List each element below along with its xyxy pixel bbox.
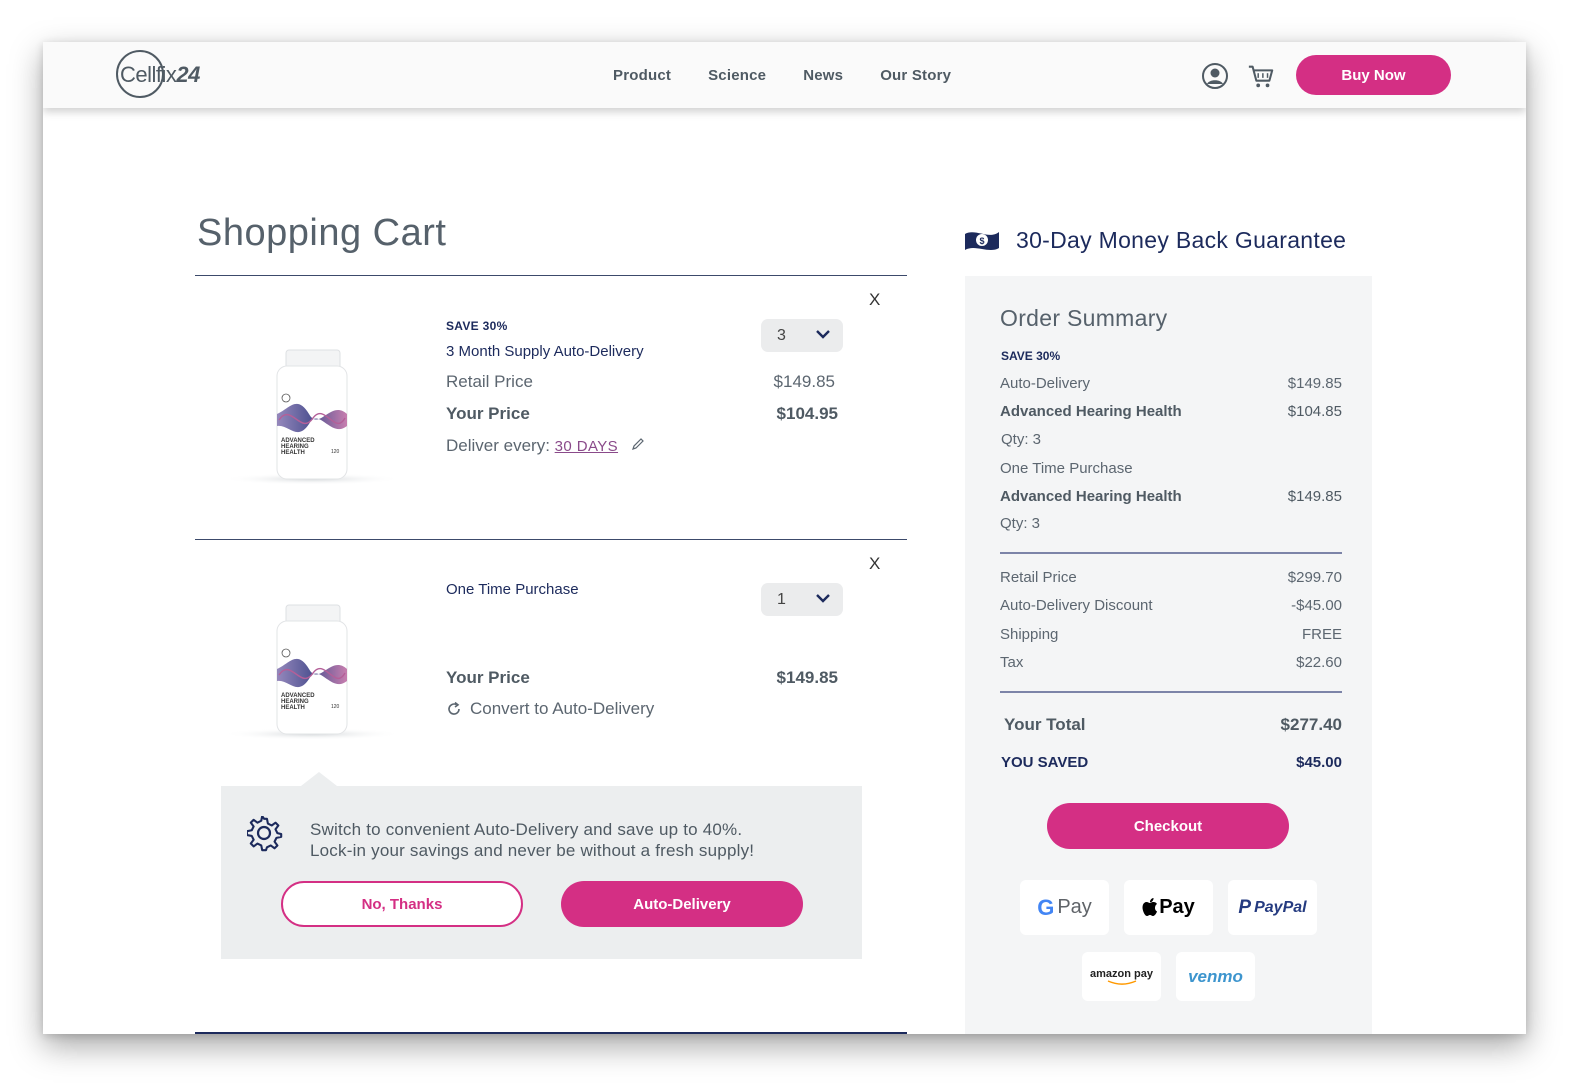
summary-saved-row: YOU SAVED $45.00 <box>1001 754 1342 771</box>
pencil-icon[interactable] <box>631 437 645 451</box>
item-1-retail-value: $149.85 <box>773 372 835 391</box>
summary-auto-row: Auto-Delivery $149.85 <box>1000 375 1342 392</box>
chevron-down-icon <box>816 594 830 603</box>
amazon-smile-icon <box>1107 980 1136 985</box>
cart-divider-middle <box>195 539 907 540</box>
chevron-down-icon <box>816 330 830 339</box>
page-frame: Cellfix24 Product Science News Our Story… <box>43 42 1526 1034</box>
refresh-icon <box>448 701 460 715</box>
cart-icon[interactable] <box>1247 62 1275 90</box>
buy-now-button[interactable]: Buy Now <box>1296 55 1451 95</box>
paypal-label: PayPal <box>1254 898 1307 916</box>
summary-divider-2 <box>1000 691 1342 693</box>
summary-discount-row: Auto-Delivery Discount -$45.00 <box>1000 597 1342 614</box>
venmo-button[interactable]: venmo <box>1176 952 1255 1001</box>
nav-product[interactable]: Product <box>613 67 671 84</box>
amazonpay-label: amazon pay <box>1090 968 1153 980</box>
item-2-price-value: $149.85 <box>776 668 838 687</box>
convert-label: Convert to Auto-Delivery <box>470 699 655 718</box>
paypal-p-icon: P <box>1238 896 1252 918</box>
summary-save-tag: SAVE 30% <box>1001 349 1061 363</box>
product-1-label-line3: HEALTH <box>281 450 305 456</box>
popup-line-1: Switch to convenient Auto-Delivery and s… <box>310 820 743 839</box>
cellfix24-logo[interactable]: Cellfix24 <box>116 50 226 102</box>
site-header: Cellfix24 Product Science News Our Story… <box>43 42 1526 108</box>
summary-shipping-row: Shipping FREE <box>1000 626 1342 643</box>
summary-one-time-row: One Time Purchase <box>1000 460 1133 477</box>
remove-item-2-button[interactable]: X <box>869 554 880 574</box>
page-title: Shopping Cart <box>197 212 447 254</box>
item-1-qty-select[interactable]: 3 <box>761 319 843 352</box>
item-2-qty-value: 1 <box>777 590 786 608</box>
auto-delivery-prompt: Switch to convenient Auto-Delivery and s… <box>221 772 862 959</box>
product-image-1[interactable]: ADVANCED HEARING HEALTH 120 <box>219 314 405 494</box>
venmo-label: venmo <box>1188 966 1243 986</box>
summary-item-1-qty: Qty: 3 <box>1001 431 1042 448</box>
nav-news[interactable]: News <box>803 67 843 84</box>
item-2-qty-select[interactable]: 1 <box>761 583 843 616</box>
convert-to-auto-delivery-link[interactable]: Convert to Auto-Delivery <box>446 699 654 719</box>
nav-our-story[interactable]: Our Story <box>880 67 951 84</box>
remove-item-1-button[interactable]: X <box>869 290 880 310</box>
item-1-save-tag: SAVE 30% <box>446 319 508 333</box>
gpay-label: Pay <box>1057 896 1092 918</box>
nav-science[interactable]: Science <box>708 67 766 84</box>
apple-pay-button[interactable]: Pay <box>1124 880 1213 935</box>
product-2-label-line3: HEALTH <box>281 705 305 711</box>
google-pay-button[interactable]: G Pay <box>1020 880 1109 935</box>
checkout-button[interactable]: Checkout <box>1047 803 1289 849</box>
summary-tax-row: Tax $22.60 <box>1000 654 1342 671</box>
item-1-qty-value: 3 <box>777 326 786 344</box>
auto-delivery-button[interactable]: Auto-Delivery <box>561 881 803 927</box>
popup-message: Switch to convenient Auto-Delivery and s… <box>310 819 754 861</box>
popup-arrow <box>301 772 337 786</box>
account-icon[interactable] <box>1201 62 1229 90</box>
apple-icon <box>1142 898 1158 916</box>
google-g-icon: G <box>1037 894 1055 920</box>
item-1-deliver-row: Deliver every: 30 DAYS <box>446 436 645 456</box>
item-1-retail-label: Retail Price <box>446 372 533 391</box>
paypal-button[interactable]: P PayPal <box>1228 880 1317 935</box>
item-2-price-label: Your Price <box>446 668 530 687</box>
item-1-price-value: $104.95 <box>776 404 838 423</box>
item-1-name[interactable]: 3 Month Supply Auto-Delivery <box>446 343 644 360</box>
order-summary-panel: Order Summary SAVE 30% Auto-Delivery $149… <box>965 276 1372 1034</box>
deliver-frequency-link[interactable]: 30 DAYS <box>555 438 618 455</box>
summary-retail-row: Retail Price $299.70 <box>1000 569 1342 586</box>
svg-text:$: $ <box>979 236 984 246</box>
summary-item-2-qty: Qty: 3 <box>1000 515 1041 532</box>
product-2-count: 120 <box>331 704 340 710</box>
deliver-every-label: Deliver every: <box>446 436 550 455</box>
no-thanks-button[interactable]: No, Thanks <box>281 881 523 927</box>
summary-total-row: Your Total $277.40 <box>1004 715 1342 734</box>
summary-item-2-row: Advanced Hearing Health $149.85 <box>1000 488 1342 505</box>
item-2-name[interactable]: One Time Purchase <box>446 581 579 598</box>
money-back-icon: $ <box>965 232 999 250</box>
cart-divider-top <box>195 275 907 276</box>
popup-line-2: Lock-in your savings and never be withou… <box>310 841 755 860</box>
order-summary-title: Order Summary <box>1000 305 1168 331</box>
cart-divider-bottom <box>195 1032 907 1034</box>
product-image-2[interactable]: ADVANCED HEARING HEALTH 120 <box>219 569 405 749</box>
logo-text: Cellfix24 <box>120 62 200 87</box>
amazon-pay-button[interactable]: amazon pay <box>1082 952 1161 1001</box>
guarantee-heading: 30-Day Money Back Guarantee <box>1016 227 1347 253</box>
item-1-price-label: Your Price <box>446 404 530 423</box>
summary-item-1-row: Advanced Hearing Health $104.85 <box>1000 403 1342 420</box>
summary-divider-1 <box>1000 552 1342 554</box>
gear-icon <box>247 816 283 852</box>
applepay-label: Pay <box>1159 896 1195 918</box>
main-nav: Product Science News Our Story <box>613 67 951 84</box>
product-1-count: 120 <box>331 449 340 455</box>
